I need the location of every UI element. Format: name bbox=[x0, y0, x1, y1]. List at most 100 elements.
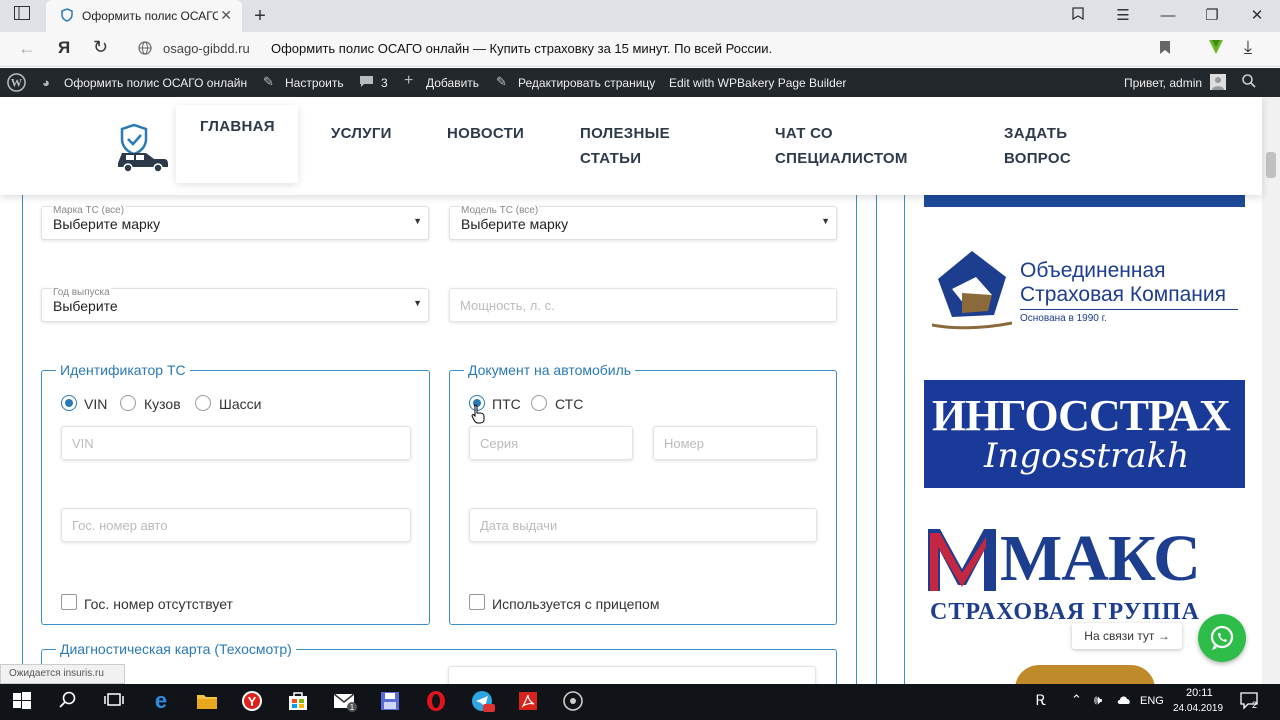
url-domain[interactable]: osago-gibdd.ru bbox=[163, 41, 250, 56]
wp-greeting[interactable]: Привет, admin bbox=[1124, 76, 1202, 90]
address-bar: ← Я ↻ osago-gibdd.ru Оформить полис ОСАГ… bbox=[0, 32, 1280, 67]
diag-input[interactable] bbox=[448, 666, 816, 685]
model-select[interactable]: Модель ТС (все) Выберите марку ▼ bbox=[449, 205, 837, 240]
wp-site-name[interactable]: Оформить полис ОСАГО онлайн bbox=[64, 76, 247, 90]
search-icon[interactable] bbox=[1242, 74, 1256, 91]
osk-underline bbox=[1020, 309, 1238, 310]
task-view-icon[interactable] bbox=[104, 690, 128, 714]
logo-osk[interactable]: Объединенная Страховая Компания Основана… bbox=[924, 247, 1245, 337]
sidebar: Объединенная Страховая Компания Основана… bbox=[904, 195, 1262, 685]
radio-vin[interactable] bbox=[61, 395, 77, 411]
ingos-line2: Ingosstrakh bbox=[984, 436, 1190, 476]
svg-text:e: e bbox=[155, 690, 167, 712]
downloads-icon[interactable]: ⤓ bbox=[1244, 37, 1252, 58]
plate-placeholder: Гос. номер авто bbox=[72, 518, 168, 533]
doc-number-input[interactable]: Номер bbox=[653, 426, 817, 460]
new-tab-icon[interactable]: + bbox=[246, 4, 274, 28]
windows-taskbar: e Y 1 Ꭱ ⌃ 🕪 ENG 20:11 24.04.2019 2 bbox=[0, 684, 1280, 720]
browser-status-bar: Ожидается insuris.ru bbox=[0, 664, 125, 684]
tray-chevron-icon[interactable]: ⌃ bbox=[1071, 692, 1082, 708]
reload-icon[interactable]: ↻ bbox=[93, 37, 108, 58]
volume-icon[interactable]: 🕪 bbox=[1094, 692, 1102, 708]
telegram-icon[interactable] bbox=[471, 690, 495, 714]
opera-icon[interactable] bbox=[425, 690, 449, 714]
svg-text:Y: Y bbox=[248, 694, 257, 709]
collections-icon[interactable] bbox=[1064, 4, 1092, 28]
pdf-reader-icon[interactable] bbox=[517, 690, 541, 714]
wp-wpbakery[interactable]: Edit with WPBakery Page Builder bbox=[669, 76, 846, 90]
browser-tab[interactable]: Оформить полис ОСАГО ✕ bbox=[46, 0, 242, 32]
doc-number-placeholder: Номер bbox=[664, 436, 705, 451]
tab-close-icon[interactable]: ✕ bbox=[220, 7, 232, 24]
vehicle-doc-legend: Документ на автомобиль bbox=[464, 362, 636, 378]
restore-icon[interactable]: ❐ bbox=[1198, 4, 1226, 28]
logo-ingosstrakh[interactable]: ИНГОССТРАХ Ingosstrakh bbox=[924, 380, 1245, 488]
doc-issue-date-input[interactable]: Дата выдачи bbox=[469, 508, 817, 542]
tab-title: Оформить полис ОСАГО bbox=[82, 9, 218, 23]
window-close-icon[interactable]: ✕ bbox=[1243, 4, 1271, 28]
brand-select[interactable]: Марка ТС (все) Выберите марку ▼ bbox=[41, 205, 429, 240]
year-select[interactable]: Год выпуска Выберите ▼ bbox=[41, 287, 429, 322]
main-content: Марка ТС (все) Выберите марку ▼ Модель Т… bbox=[0, 195, 1262, 685]
bookmark-icon[interactable] bbox=[1160, 41, 1170, 57]
wp-edit-page[interactable]: Редактировать страницу bbox=[518, 76, 655, 90]
minimize-icon[interactable]: — bbox=[1154, 4, 1182, 28]
no-plate-checkbox[interactable] bbox=[61, 594, 77, 610]
menu-icon[interactable]: ☰ bbox=[1109, 4, 1137, 28]
cloud-icon[interactable] bbox=[1116, 692, 1132, 711]
yandex-logo-icon[interactable]: Я bbox=[58, 38, 70, 58]
edge-icon[interactable]: e bbox=[150, 688, 174, 714]
vehicle-id-fieldset: Идентификатор ТС VIN Кузов Шасси VIN Гос… bbox=[41, 362, 430, 625]
mail-icon[interactable]: 1 bbox=[333, 690, 357, 714]
nav-home-active[interactable]: ГЛАВНАЯ bbox=[176, 105, 298, 183]
power-input[interactable]: Мощность, л. с. bbox=[449, 288, 837, 322]
page-scrollbar[interactable] bbox=[1262, 97, 1280, 685]
plate-input[interactable]: Гос. номер авто bbox=[61, 508, 411, 542]
nav-ask[interactable]: ЗАДАТЬ ВОПРОС bbox=[1004, 121, 1071, 171]
file-explorer-icon[interactable] bbox=[196, 690, 220, 714]
trailer-checkbox[interactable] bbox=[469, 594, 485, 610]
nav-services[interactable]: УСЛУГИ bbox=[331, 121, 392, 146]
vin-input[interactable]: VIN bbox=[61, 426, 411, 460]
nav-news[interactable]: НОВОСТИ bbox=[447, 121, 524, 146]
radio-body[interactable] bbox=[120, 395, 136, 411]
sidebar-toggle-icon[interactable] bbox=[8, 4, 36, 28]
year-select-value: Выберите bbox=[53, 298, 118, 314]
wp-customize[interactable]: Настроить bbox=[285, 76, 344, 90]
maks-line2: СТРАХОВАЯ ГРУППА bbox=[930, 599, 1200, 625]
whatsapp-label[interactable]: На связи тут → bbox=[1072, 623, 1182, 649]
back-icon[interactable]: ← bbox=[18, 38, 36, 59]
url-page-title[interactable]: Оформить полис ОСАГО онлайн — Купить стр… bbox=[271, 41, 772, 56]
yandex-browser-icon[interactable]: Y bbox=[241, 690, 265, 714]
clock-time[interactable]: 20:11 bbox=[1186, 687, 1213, 699]
radio-chassis[interactable] bbox=[195, 395, 211, 411]
avatar[interactable] bbox=[1210, 74, 1226, 90]
lang-indicator[interactable]: ENG bbox=[1140, 695, 1164, 707]
store-icon[interactable] bbox=[287, 690, 311, 714]
wp-add-new[interactable]: Добавить bbox=[426, 76, 479, 90]
nav-articles[interactable]: ПОЛЕЗНЫЕ СТАТЬИ bbox=[580, 121, 670, 171]
scrollbar-thumb[interactable] bbox=[1266, 152, 1276, 178]
nav-home[interactable]: ГЛАВНАЯ bbox=[200, 114, 275, 139]
nav-chat[interactable]: ЧАТ СО СПЕЦИАЛИСТОМ bbox=[775, 121, 908, 171]
site-logo-icon[interactable] bbox=[114, 123, 170, 178]
doc-series-input[interactable]: Серия bbox=[469, 426, 633, 460]
radio-sts[interactable] bbox=[531, 395, 547, 411]
radio-sts-label: СТС bbox=[555, 396, 584, 412]
people-icon[interactable]: Ꭱ bbox=[1036, 692, 1047, 709]
screen-recorder-icon[interactable] bbox=[562, 690, 586, 714]
whatsapp-icon bbox=[1210, 625, 1234, 650]
wordpress-logo-icon[interactable]: W bbox=[7, 73, 26, 95]
wp-admin-bar: W ◕ Оформить полис ОСАГО онлайн ✎ Настро… bbox=[0, 68, 1280, 97]
sidebar-banner-bottom bbox=[924, 195, 1245, 207]
save-disk-icon[interactable] bbox=[379, 690, 403, 714]
wp-comments-count[interactable]: 3 bbox=[381, 76, 388, 90]
notifications-count: 2 bbox=[1252, 700, 1258, 710]
logo-maks[interactable]: МАКС СТРАХОВАЯ ГРУППА bbox=[924, 525, 1245, 625]
windows-start-icon[interactable] bbox=[12, 690, 36, 714]
search-icon[interactable] bbox=[58, 690, 82, 714]
site-info-icon[interactable] bbox=[138, 41, 152, 58]
extension-icon[interactable] bbox=[1206, 37, 1226, 60]
whatsapp-button[interactable] bbox=[1198, 614, 1246, 662]
clock-date[interactable]: 24.04.2019 bbox=[1173, 703, 1223, 714]
